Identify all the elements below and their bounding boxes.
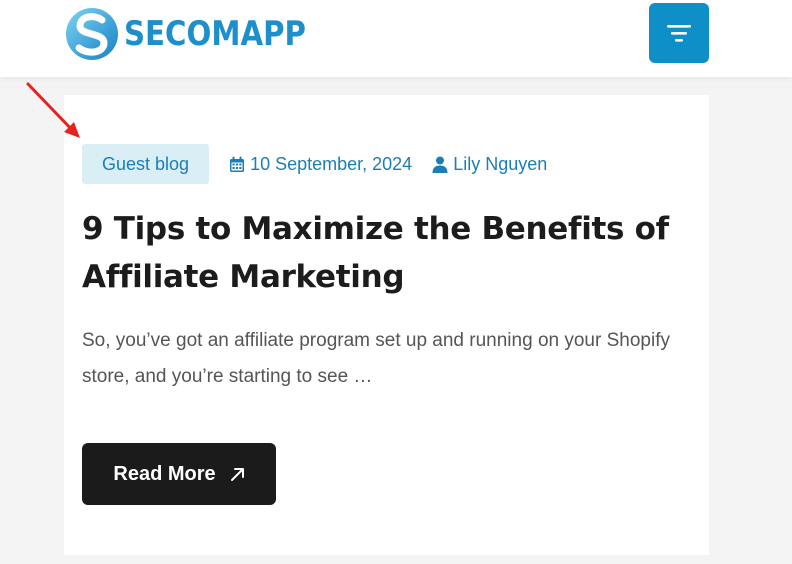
- post-meta: Guest blog 10 September, 2024 Lily Nguye…: [82, 144, 547, 184]
- blog-post-card: Guest blog 10 September, 2024 Lily Nguye…: [64, 95, 709, 555]
- post-date: 10 September, 2024: [229, 154, 412, 175]
- post-author[interactable]: Lily Nguyen: [432, 154, 547, 175]
- calendar-icon: [230, 156, 245, 172]
- post-author-name: Lily Nguyen: [453, 153, 548, 174]
- post-title[interactable]: 9 Tips to Maximize the Benefits of Affil…: [82, 205, 682, 301]
- secomapp-logo-icon: [66, 8, 118, 60]
- arrow-up-right-icon: [230, 467, 244, 481]
- post-excerpt: So, you’ve got an affiliate program set …: [82, 330, 670, 387]
- user-icon: [432, 156, 448, 173]
- menu-toggle-button[interactable]: [649, 3, 709, 63]
- logo-text: SECOMAPP: [124, 14, 306, 54]
- site-header: SECOMAPP: [0, 0, 792, 77]
- site-logo[interactable]: SECOMAPP: [64, 6, 336, 62]
- read-more-label: Read More: [113, 462, 216, 485]
- red-arrow-annotation: [26, 82, 80, 138]
- post-date-text: 10 September, 2024: [250, 153, 413, 174]
- category-badge[interactable]: Guest blog: [82, 144, 210, 184]
- filter-menu-icon: [667, 25, 691, 42]
- read-more-button[interactable]: Read More: [82, 443, 276, 505]
